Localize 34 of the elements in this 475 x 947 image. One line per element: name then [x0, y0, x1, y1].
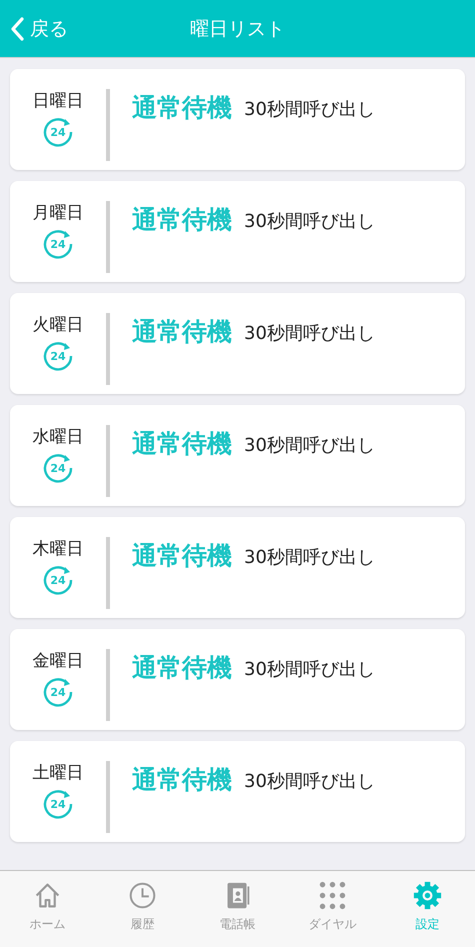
- mode-label: 通常待機: [132, 652, 232, 684]
- day-card[interactable]: 月曜日 24 通常待機 30秒間呼び出し: [10, 181, 465, 282]
- day-card[interactable]: 土曜日 24 通常待機 30秒間呼び出し: [10, 741, 465, 842]
- back-icon: [10, 16, 24, 40]
- day-card[interactable]: 水曜日 24 通常待機 30秒間呼び出し: [10, 405, 465, 506]
- day-card[interactable]: 金曜日 24 通常待機 30秒間呼び出し: [10, 629, 465, 730]
- day-label: 月曜日: [32, 202, 84, 224]
- day-label: 火曜日: [32, 314, 84, 336]
- day-label: 木曜日: [32, 538, 84, 560]
- day-label: 土曜日: [32, 762, 84, 784]
- keypad-icon: [318, 881, 347, 910]
- settings-icon: [413, 881, 442, 910]
- day-card[interactable]: 日曜日 24 通常待機 30秒間呼び出し: [10, 69, 465, 170]
- mode-label: 通常待機: [132, 764, 232, 796]
- screen-title: 曜日リスト: [190, 16, 285, 42]
- ring-duration: 30秒間呼び出し: [244, 770, 375, 793]
- home-icon: [33, 881, 62, 910]
- mode-label: 通常待機: [132, 204, 232, 236]
- day-card[interactable]: 木曜日 24 通常待機 30秒間呼び出し: [10, 517, 465, 618]
- day-label: 金曜日: [32, 650, 84, 672]
- mode-label: 通常待機: [132, 428, 232, 460]
- day-label: 日曜日: [32, 90, 84, 112]
- ring-duration: 30秒間呼び出し: [244, 658, 375, 681]
- ring-duration: 30秒間呼び出し: [244, 546, 375, 569]
- day-card[interactable]: 火曜日 24 通常待機 30秒間呼び出し: [10, 293, 465, 394]
- mode-label: 通常待機: [132, 316, 232, 348]
- ring-duration: 30秒間呼び出し: [244, 434, 375, 457]
- mode-label: 通常待機: [132, 92, 232, 124]
- ring-duration: 30秒間呼び出し: [244, 322, 375, 345]
- day-label: 水曜日: [32, 426, 84, 448]
- ring-duration: 30秒間呼び出し: [244, 98, 375, 121]
- mode-label: 通常待機: [132, 540, 232, 572]
- clock-icon: [128, 881, 157, 910]
- ring-duration: 30秒間呼び出し: [244, 210, 375, 233]
